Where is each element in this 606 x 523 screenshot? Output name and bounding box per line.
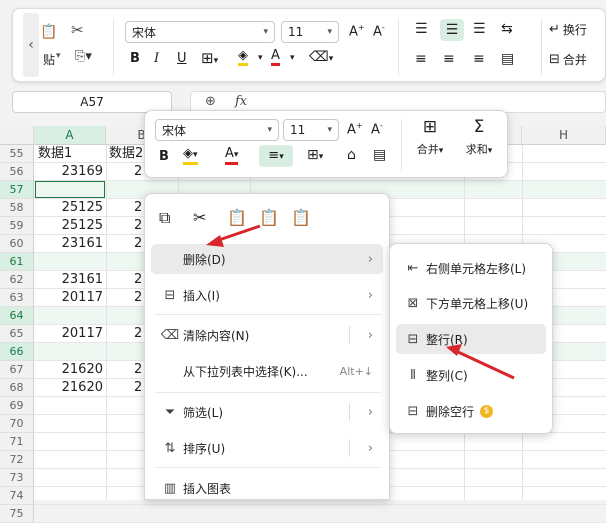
row-header[interactable]: 75 <box>0 505 34 523</box>
grid-row <box>34 505 606 523</box>
annotation-arrows <box>206 224 515 380</box>
arrow-to-delete <box>206 224 261 247</box>
arrow-to-entire-row <box>446 344 515 380</box>
